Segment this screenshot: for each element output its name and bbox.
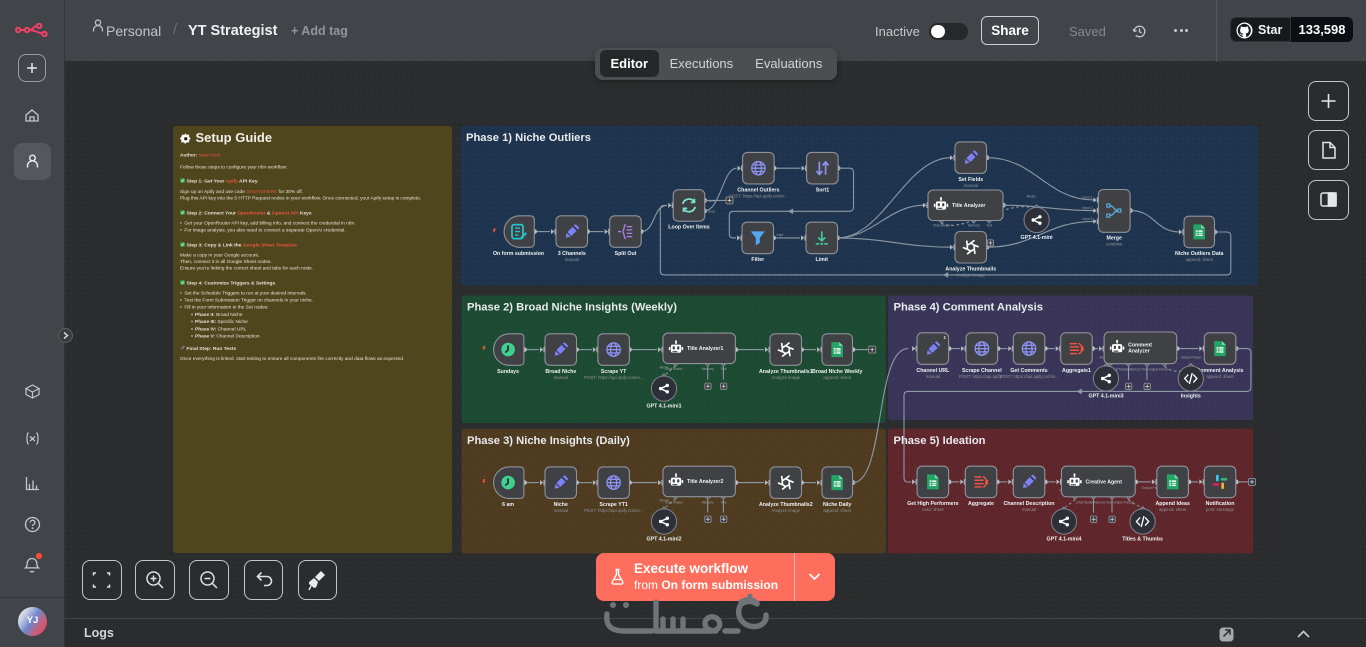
svg-text:Memory: Memory: [968, 223, 980, 227]
svg-text:Title Analyzer: Title Analyzer: [952, 203, 985, 209]
svg-text:POST: https://api.apify.com/v.: POST: https://api.apify.com/v...: [584, 375, 643, 380]
svg-text:GPT 4.1-mini4: GPT 4.1-mini4: [1046, 537, 1081, 543]
svg-text:append: sheet: append: sheet: [1159, 507, 1187, 512]
svg-text:combine: combine: [1106, 242, 1123, 247]
svg-text:Aggregate1: Aggregate1: [1062, 368, 1091, 374]
svg-text:post: message: post: message: [1206, 507, 1235, 512]
svg-text:Chat Model Memory: Chat Model Memory: [1076, 500, 1106, 504]
svg-text:loop: loop: [709, 210, 716, 214]
svg-text:manual: manual: [554, 508, 568, 513]
svg-text:POST: https://api.apify.com/v.: POST: https://api.apify.com/v...: [1000, 374, 1059, 379]
svg-text:read: sheet: read: sheet: [922, 507, 945, 512]
svg-text:6 am: 6 am: [502, 502, 514, 508]
svg-text:Limit: Limit: [816, 257, 829, 263]
svg-text:POST: https://api.apify.com/v.: POST: https://api.apify.com/v...: [584, 508, 643, 513]
svg-text:POST: https://api.apify...: POST: https://api.apify...: [959, 374, 1005, 379]
svg-text:Creative Agent: Creative Agent: [1086, 479, 1123, 485]
svg-text:GPT 4.1-mini2: GPT 4.1-mini2: [646, 537, 681, 543]
svg-text:Analyzer: Analyzer: [1128, 348, 1150, 354]
svg-text:Split Out: Split Out: [615, 251, 637, 257]
svg-text:Input 2: Input 2: [1082, 206, 1092, 210]
svg-text:append: sheet: append: sheet: [1185, 257, 1213, 262]
svg-text:Analyze image: Analyze image: [957, 273, 986, 278]
svg-text:Filter: Filter: [751, 257, 764, 263]
svg-text:Sort1: Sort1: [816, 187, 830, 193]
svg-text:manual: manual: [1022, 507, 1036, 512]
svg-text:append: sheet: append: sheet: [823, 508, 851, 513]
svg-text:Input 3: Input 3: [1082, 217, 1092, 221]
svg-text:Output Parser: Output Parser: [1181, 355, 1202, 359]
svg-text:Analyze image: Analyze image: [772, 375, 801, 380]
svg-text:Tool: Tool: [986, 223, 992, 227]
svg-text:manual: manual: [554, 375, 568, 380]
svg-text:Analyze image: Analyze image: [772, 508, 801, 513]
svg-text:append: sheet: append: sheet: [823, 375, 851, 380]
svg-text:Input 1: Input 1: [1082, 196, 1092, 200]
svg-text:GPT 4.1-mini: GPT 4.1-mini: [1021, 235, 1054, 241]
svg-text:Insights: Insights: [1181, 394, 1201, 400]
svg-text:Model: Model: [1027, 195, 1036, 199]
svg-text:GPT 4.1-mini3: GPT 4.1-mini3: [1088, 394, 1123, 400]
svg-text:Model: Model: [660, 499, 669, 503]
svg-text:Title Analyzer2: Title Analyzer2: [687, 479, 723, 485]
svg-text:Model: Model: [660, 366, 669, 370]
svg-text:Titles & Thumbs: Titles & Thumbs: [1122, 537, 1163, 543]
svg-text:manual: manual: [964, 183, 978, 188]
svg-text:Aggregate: Aggregate: [968, 501, 994, 507]
svg-text:Kept: Kept: [777, 233, 784, 237]
svg-text:manual: manual: [926, 374, 940, 379]
svg-text:manual: manual: [565, 257, 579, 262]
svg-text:Loop Over Items: Loop Over Items: [668, 225, 710, 231]
svg-text:Tool Output Parser: Tool Output Parser: [1141, 367, 1169, 371]
svg-text:Title Analyzer1: Title Analyzer1: [687, 346, 723, 352]
svg-text:append: sheet: append: sheet: [1206, 374, 1234, 379]
svg-text:GPT 4.1-mini1: GPT 4.1-mini1: [646, 404, 681, 410]
svg-text:POST: https://api.apify.com/v.: POST: https://api.apify.com/v...: [729, 193, 788, 198]
svg-text:Sundays: Sundays: [497, 369, 519, 375]
svg-text:On form submission: On form submission: [493, 251, 544, 257]
